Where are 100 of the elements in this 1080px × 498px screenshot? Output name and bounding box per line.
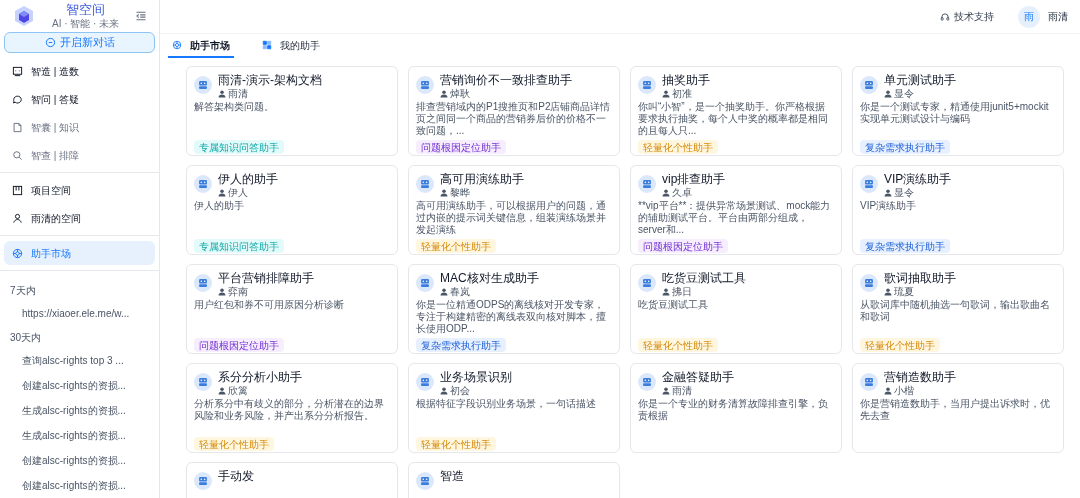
robot-avatar-icon bbox=[416, 472, 434, 490]
history-item[interactable]: 生成alsc-rights的资损... bbox=[0, 398, 159, 423]
card-author: 雨清 bbox=[228, 88, 248, 99]
assistant-card[interactable]: 高可用演练助手 黎晔 高可用演练助手，可以根据用户的问题，通过内嵌的提示词关键信息，组装演练场景并发起演练 轻量化个性助手 bbox=[408, 165, 620, 255]
person-icon bbox=[884, 89, 892, 98]
person-icon bbox=[440, 386, 448, 395]
sidebar-item[interactable]: 雨清的空间 bbox=[4, 206, 155, 230]
new-chat-button[interactable]: 开启新对话 bbox=[4, 32, 155, 53]
assistant-card[interactable]: MAC核对生成助手 春岚 你是一位精通ODPS的离线核对开发专家，专注于构建精密的离线表双向核对脚本，擅长使用ODP... 复杂需求执行助手 bbox=[408, 264, 620, 354]
card-title: 平台营销排障助手 bbox=[218, 271, 314, 285]
assistant-card[interactable]: 抽奖助手 初准 你叫“小智”，是一个抽奖助手。你严格根据要求执行抽奖，每个人中奖的概率都是相同的且每人只... 轻量化个性助手 bbox=[630, 66, 842, 156]
card-title: 营销询价不一致排查助手 bbox=[440, 73, 572, 87]
assistant-card[interactable]: 业务场景识别 初会 根据特征字段识别业务场景，一句话描述 轻量化个性助手 bbox=[408, 363, 620, 453]
history-item[interactable]: https://xiaoer.ele.me/w... bbox=[0, 301, 159, 326]
person-icon bbox=[884, 386, 892, 395]
robot-avatar-icon bbox=[194, 373, 212, 391]
person-icon bbox=[440, 287, 448, 296]
brand-title: 智空间 bbox=[66, 1, 106, 19]
document-icon bbox=[12, 121, 23, 133]
card-description: 根据特征字段识别业务场景，一句话描述 bbox=[416, 398, 597, 411]
card-title: 业务场景识别 bbox=[440, 370, 512, 384]
history-heading: 7天内 bbox=[9, 283, 37, 298]
assistant-card[interactable]: 营销造数助手 小楷 你是营销造数助手，当用户提出诉求时，优先去查 bbox=[852, 363, 1064, 453]
assistant-card[interactable]: 智造 bbox=[408, 462, 620, 498]
card-author: 小楷 bbox=[894, 385, 914, 396]
user-avatar: 雨 bbox=[1018, 5, 1040, 28]
history-item[interactable]: 生成alsc-rights的资损... bbox=[0, 423, 159, 448]
assistant-card[interactable]: VIP演练助手 显令 VIP演练助手 复杂需求执行助手 bbox=[852, 165, 1064, 255]
assistant-card[interactable]: 金融答疑助手 雨清 你是一个专业的财务清算故障排查引擎，负责根据 bbox=[630, 363, 842, 453]
tab[interactable]: 助手市场 bbox=[168, 34, 234, 58]
history-item[interactable]: 查询alsc-rights top 3 ... bbox=[0, 348, 159, 373]
history-item[interactable]: 创建alsc-rights的资损... bbox=[0, 373, 159, 398]
card-author: 弈南 bbox=[228, 286, 248, 297]
card-title: 伊人的助手 bbox=[218, 172, 278, 186]
robot-avatar-icon bbox=[194, 76, 212, 94]
card-description: 你是营销造数助手，当用户提出诉求时，优先去查 bbox=[860, 398, 1051, 423]
assistant-card[interactable]: 平台营销排障助手 弈南 用户红包和券不可用原因分析诊断 问题根因定位助手 bbox=[186, 264, 398, 354]
card-title: 智造 bbox=[440, 469, 464, 483]
assistant-card[interactable]: 营销询价不一致排查助手 焯耿 排查营销域内的P1搜推页和P2店铺商品详情页之间同一个商品的营销券后价的价格不一致问题，... 问题根因定位助手 bbox=[408, 66, 620, 156]
headset-icon bbox=[940, 11, 950, 22]
assistant-card[interactable]: 单元测试助手 显令 你是一个测试专家，精通使用junit5+mockit实现单元测试设计与编码 复杂需求执行助手 bbox=[852, 66, 1064, 156]
category-tag: 轻量化个性助手 bbox=[860, 338, 940, 352]
sidebar-item[interactable]: 智问 | 答疑 bbox=[4, 87, 155, 111]
card-author: 显令 bbox=[894, 187, 914, 198]
person-icon bbox=[218, 188, 226, 197]
card-author: 雨清 bbox=[672, 385, 692, 396]
robot-avatar-icon bbox=[416, 274, 434, 292]
card-author: 初会 bbox=[450, 385, 470, 396]
search-icon bbox=[12, 149, 23, 161]
robot-avatar-icon bbox=[416, 373, 434, 391]
card-description: 高可用演练助手，可以根据用户的问题，通过内嵌的提示词关键信息，组装演练场景并发起演练 bbox=[416, 200, 607, 236]
card-description: 排查营销域内的P1搜推页和P2店铺商品详情页之间同一个商品的营销券后价的价格不一致问题，... bbox=[416, 101, 612, 137]
person-icon bbox=[662, 287, 670, 296]
category-tag: 问题根因定位助手 bbox=[194, 338, 284, 352]
robot-avatar-icon bbox=[638, 373, 656, 391]
card-author: 初准 bbox=[672, 88, 692, 99]
card-author: 琉夏 bbox=[894, 286, 914, 297]
history-item[interactable]: 创建alsc-rights的资损... bbox=[0, 473, 159, 498]
category-tag: 轻量化个性助手 bbox=[416, 239, 496, 253]
card-title: vip排查助手 bbox=[662, 172, 726, 186]
tab[interactable]: 我的助手 bbox=[258, 34, 324, 58]
sidebar-item[interactable]: 项目空间 bbox=[4, 178, 155, 202]
card-title: 营销造数助手 bbox=[884, 370, 956, 384]
card-title: 系分分析小助手 bbox=[218, 370, 302, 384]
assistant-card[interactable]: 雨清-演示-架构文档 雨清 解答架构类问题。 专属知识问答助手 bbox=[186, 66, 398, 156]
assistant-card[interactable]: 系分分析小助手 欣篱 分析系分中有歧义的部分，分析潜在的边界风险和业务风险，并产出系分分析报告。 轻量化个性助手 bbox=[186, 363, 398, 453]
card-description: 吃货豆测试工具 bbox=[638, 299, 709, 312]
card-author: 春岚 bbox=[450, 286, 470, 297]
assistant-card[interactable]: 手动发 bbox=[186, 462, 398, 498]
robot-avatar-icon bbox=[416, 175, 434, 193]
collapse-menu-button[interactable] bbox=[135, 10, 147, 23]
card-author: 伊人 bbox=[228, 187, 248, 198]
card-description: 你是一位精通ODPS的离线核对开发专家，专注于构建精密的离线表双向核对脚本，擅长使用ODP... bbox=[416, 299, 607, 335]
robot-avatar-icon bbox=[194, 472, 212, 490]
card-description: 你是一个专业的财务清算故障排查引擎，负责根据 bbox=[638, 398, 829, 423]
card-author: 拂日 bbox=[672, 286, 692, 297]
person-icon bbox=[440, 89, 448, 98]
assistant-card[interactable]: 伊人的助手 伊人 伊人的助手 专属知识问答助手 bbox=[186, 165, 398, 255]
category-tag: 轻量化个性助手 bbox=[638, 140, 718, 154]
card-title: MAC核对生成助手 bbox=[440, 271, 539, 285]
assistant-card[interactable]: vip排查助手 久卓 **vip平台**：提供异常场景测试、mock能力的辅助测试平台。平台由两部分组成，server和... 问题根因定位助手 bbox=[630, 165, 842, 255]
card-author: 欣篱 bbox=[228, 385, 248, 396]
card-description: 伊人的助手 bbox=[194, 200, 245, 213]
card-title: 高可用演练助手 bbox=[440, 172, 524, 186]
sidebar-item[interactable]: 助手市场 bbox=[4, 241, 155, 265]
card-title: 歌词抽取助手 bbox=[884, 271, 956, 285]
assistant-card[interactable]: 吃货豆测试工具 拂日 吃货豆测试工具 轻量化个性助手 bbox=[630, 264, 842, 354]
robot-avatar-icon bbox=[194, 175, 212, 193]
assistant-card[interactable]: 歌词抽取助手 琉夏 从歌词库中随机抽选一句歌词，输出歌曲名和歌词 轻量化个性助手 bbox=[852, 264, 1064, 354]
person-icon bbox=[218, 386, 226, 395]
person-icon bbox=[662, 188, 670, 197]
card-author: 黎晔 bbox=[450, 187, 470, 198]
card-author: 久卓 bbox=[672, 187, 692, 198]
user-name: 雨清 bbox=[1048, 10, 1068, 24]
robot-avatar-icon bbox=[416, 76, 434, 94]
sidebar-item[interactable]: 智造 | 造数 bbox=[4, 59, 155, 83]
history-item[interactable]: 创建alsc-rights的资损... bbox=[0, 448, 159, 473]
card-title: 吃货豆测试工具 bbox=[662, 271, 746, 285]
support-link[interactable]: 技术支持 bbox=[940, 9, 994, 24]
card-title: 金融答疑助手 bbox=[662, 370, 734, 384]
